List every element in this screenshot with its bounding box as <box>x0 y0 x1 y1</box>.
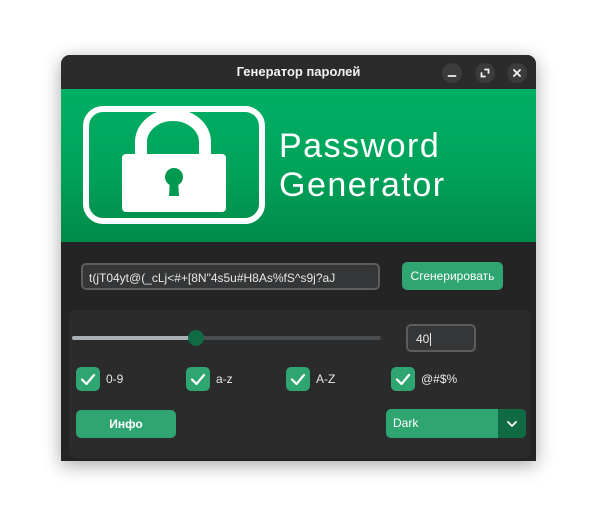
checkbox-digits-label: 0-9 <box>106 372 124 386</box>
checkbox-uppercase-box[interactable] <box>286 367 310 391</box>
info-button[interactable]: Инфо <box>76 410 176 438</box>
slider-fill <box>72 336 196 340</box>
password-output-field[interactable]: t(jT04yt@(_cLj<#+[8N"4s5u#H8As%fS^s9j?aJ <box>81 263 380 290</box>
app-window: Генератор паролей Password Generator t(j… <box>61 55 536 461</box>
maximize-icon <box>480 68 490 78</box>
minimize-button[interactable] <box>442 63 462 83</box>
chevron-down-icon <box>507 421 517 427</box>
banner-title: Password Generator <box>279 127 446 205</box>
main-content: t(jT04yt@(_cLj<#+[8N"4s5u#H8As%fS^s9j?aJ… <box>61 242 536 461</box>
checkbox-symbols-label: @#$% <box>421 372 458 386</box>
checkbox-lowercase-label: a-z <box>216 372 233 386</box>
length-slider[interactable] <box>72 330 381 346</box>
logo-frame <box>83 106 265 224</box>
length-value: 40 <box>416 332 430 346</box>
check-icon <box>80 373 96 386</box>
banner-title-line1: Password <box>279 127 441 165</box>
header-banner: Password Generator <box>61 89 536 242</box>
length-input[interactable]: 40 <box>406 324 476 352</box>
minimize-icon <box>447 75 457 77</box>
title-bar[interactable]: Генератор паролей <box>61 55 536 89</box>
text-caret <box>430 333 432 347</box>
options-panel: 40 0-9 a-z A-Z @#$% Инфо Dark <box>69 310 530 458</box>
check-icon <box>395 373 411 386</box>
checkbox-uppercase-label: A-Z <box>316 372 336 386</box>
theme-dropdown-arrow[interactable] <box>498 409 526 438</box>
checkbox-digits-box[interactable] <box>76 367 100 391</box>
checkbox-symbols-box[interactable] <box>391 367 415 391</box>
slider-thumb[interactable] <box>187 330 204 346</box>
padlock-icon <box>122 112 226 212</box>
generate-button[interactable]: Сгенерировать <box>402 262 503 290</box>
theme-dropdown[interactable]: Dark <box>386 409 526 438</box>
maximize-button[interactable] <box>475 63 495 83</box>
close-button[interactable] <box>507 63 527 83</box>
window-title: Генератор паролей <box>236 64 361 79</box>
check-icon <box>290 373 306 386</box>
close-icon <box>513 69 521 77</box>
theme-dropdown-value: Dark <box>393 416 419 430</box>
checkbox-lowercase-box[interactable] <box>186 367 210 391</box>
check-icon <box>190 373 206 386</box>
banner-title-line2: Generator <box>279 166 446 204</box>
